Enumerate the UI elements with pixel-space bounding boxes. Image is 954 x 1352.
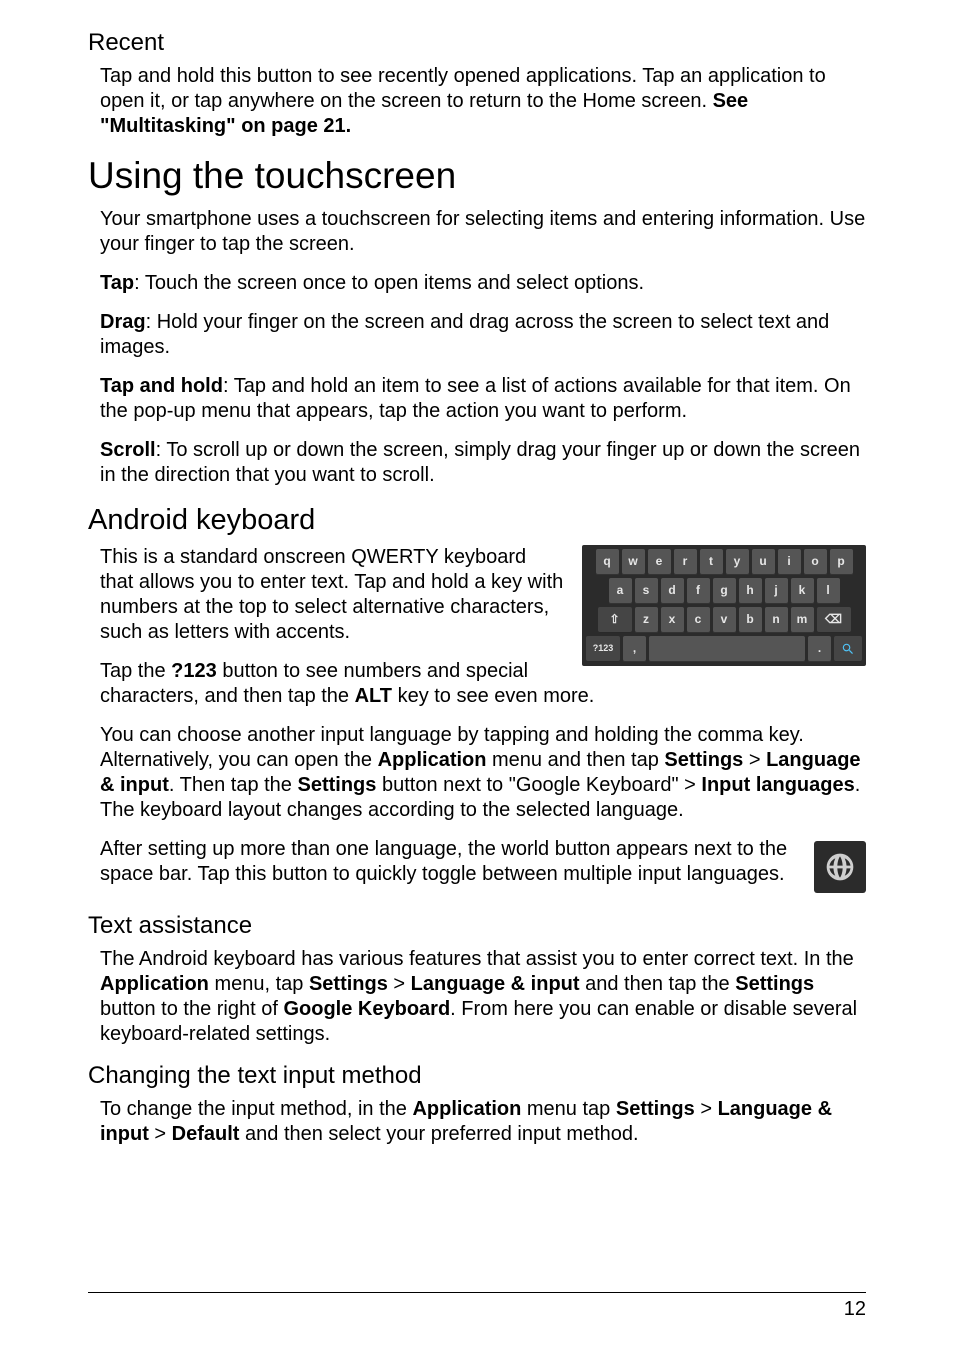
changing-input-body: To change the input method, in the Appli… xyxy=(100,1097,866,1147)
recent-heading: Recent xyxy=(88,28,866,58)
key-d[interactable]: d xyxy=(661,578,684,604)
recent-body: Tap and hold this button to see recently… xyxy=(100,64,866,139)
search-icon xyxy=(841,642,855,656)
kb-p3-t1: menu and then tap xyxy=(486,749,664,771)
ci-t2: > xyxy=(695,1098,718,1120)
key-f[interactable]: f xyxy=(687,578,710,604)
world-button-illustration xyxy=(814,841,866,893)
kb-p3-t2: > xyxy=(743,749,766,771)
key-b[interactable]: b xyxy=(739,607,762,633)
kb-p2-pre: Tap the xyxy=(100,660,171,682)
kb-p2-b1: ?123 xyxy=(171,660,217,682)
kb-p2-b2: ALT xyxy=(355,685,392,707)
key-period[interactable]: . xyxy=(808,636,831,662)
key-space[interactable] xyxy=(649,636,805,662)
globe-icon xyxy=(824,851,856,883)
scroll-label: Scroll xyxy=(100,439,156,461)
keyboard-world-button: After setting up more than one language,… xyxy=(100,837,866,887)
text-assistance-heading: Text assistance xyxy=(88,911,866,941)
ta-pre: The Android keyboard has various feature… xyxy=(100,948,854,970)
changing-input-heading: Changing the text input method xyxy=(88,1061,866,1091)
key-k[interactable]: k xyxy=(791,578,814,604)
key-numbers[interactable]: ?123 xyxy=(586,636,620,662)
kb-p3-t3: . Then tap the xyxy=(169,774,298,796)
key-a[interactable]: a xyxy=(609,578,632,604)
tap-label: Tap xyxy=(100,272,134,294)
android-keyboard-heading: Android keyboard xyxy=(88,502,866,538)
key-q[interactable]: q xyxy=(596,549,619,575)
ta-t4: button to the right of xyxy=(100,998,283,1020)
key-x[interactable]: x xyxy=(661,607,684,633)
key-comma[interactable]: , xyxy=(623,636,646,662)
key-j[interactable]: j xyxy=(765,578,788,604)
key-search[interactable] xyxy=(834,636,862,662)
footer-rule xyxy=(88,1292,866,1293)
key-n[interactable]: n xyxy=(765,607,788,633)
key-l[interactable]: l xyxy=(817,578,840,604)
keyboard-language-switch: You can choose another input language by… xyxy=(100,723,866,823)
kb-p3-b2: Settings xyxy=(664,749,743,771)
key-h[interactable]: h xyxy=(739,578,762,604)
key-i[interactable]: i xyxy=(778,549,801,575)
ta-b5: Google Keyboard xyxy=(283,998,450,1020)
key-shift[interactable]: ⇧ xyxy=(598,607,632,633)
tap-paragraph: Tap: Touch the screen once to open items… xyxy=(100,271,866,296)
key-w[interactable]: w xyxy=(622,549,645,575)
ci-b4: Default xyxy=(172,1123,240,1145)
taphold-label: Tap and hold xyxy=(100,375,223,397)
ta-b2: Settings xyxy=(309,973,388,995)
kb-p3-t4: button next to "Google Keyboard" > xyxy=(376,774,701,796)
keyboard-row-1: q w e r t y u i o p xyxy=(586,549,862,575)
key-backspace[interactable]: ⌫ xyxy=(817,607,851,633)
key-s[interactable]: s xyxy=(635,578,658,604)
drag-label: Drag xyxy=(100,311,146,333)
touchscreen-intro: Your smartphone uses a touchscreen for s… xyxy=(100,207,866,257)
drag-paragraph: Drag: Hold your finger on the screen and… xyxy=(100,310,866,360)
ci-b2: Settings xyxy=(616,1098,695,1120)
key-u[interactable]: u xyxy=(752,549,775,575)
ta-t1: menu, tap xyxy=(209,973,309,995)
kb-p2-post: key to see even more. xyxy=(392,685,594,707)
ta-b1: Application xyxy=(100,973,209,995)
key-c[interactable]: c xyxy=(687,607,710,633)
ta-t3: and then tap the xyxy=(580,973,736,995)
text-assistance-body: The Android keyboard has various feature… xyxy=(100,947,866,1047)
key-v[interactable]: v xyxy=(713,607,736,633)
ci-pre: To change the input method, in the xyxy=(100,1098,412,1120)
page-number: 12 xyxy=(88,1297,866,1322)
ta-b3: Language & input xyxy=(411,973,580,995)
keyboard-row-2: a s d f g h j k l xyxy=(586,578,862,604)
scroll-body: : To scroll up or down the screen, simpl… xyxy=(100,439,860,486)
ta-b4: Settings xyxy=(735,973,814,995)
keyboard-row-3: ⇧ z x c v b n m ⌫ xyxy=(586,607,862,633)
key-t[interactable]: t xyxy=(700,549,723,575)
kb-p3-b1: Application xyxy=(378,749,487,771)
ci-t1: menu tap xyxy=(521,1098,616,1120)
keyboard-numbers: Tap the ?123 button to see numbers and s… xyxy=(100,659,866,709)
ci-b1: Application xyxy=(412,1098,521,1120)
taphold-paragraph: Tap and hold: Tap and hold an item to se… xyxy=(100,374,866,424)
keyboard-illustration: q w e r t y u i o p a s d f g h j k l xyxy=(582,545,866,666)
key-z[interactable]: z xyxy=(635,607,658,633)
ci-t3: > xyxy=(149,1123,172,1145)
ci-t4: and then select your preferred input met… xyxy=(239,1123,638,1145)
using-touchscreen-heading: Using the touchscreen xyxy=(88,153,866,199)
scroll-paragraph: Scroll: To scroll up or down the screen,… xyxy=(100,438,866,488)
tap-body: : Touch the screen once to open items an… xyxy=(134,272,644,294)
kb-p3-b4: Settings xyxy=(298,774,377,796)
page-footer: 12 xyxy=(88,1292,866,1322)
key-r[interactable]: r xyxy=(674,549,697,575)
key-p[interactable]: p xyxy=(830,549,853,575)
kb-p3-b5: Input languages xyxy=(701,774,854,796)
drag-body: : Hold your finger on the screen and dra… xyxy=(100,311,829,358)
ta-t2: > xyxy=(388,973,411,995)
key-o[interactable]: o xyxy=(804,549,827,575)
key-e[interactable]: e xyxy=(648,549,671,575)
keyboard-row-4: ?123 , . xyxy=(586,636,862,662)
key-y[interactable]: y xyxy=(726,549,749,575)
key-m[interactable]: m xyxy=(791,607,814,633)
key-g[interactable]: g xyxy=(713,578,736,604)
